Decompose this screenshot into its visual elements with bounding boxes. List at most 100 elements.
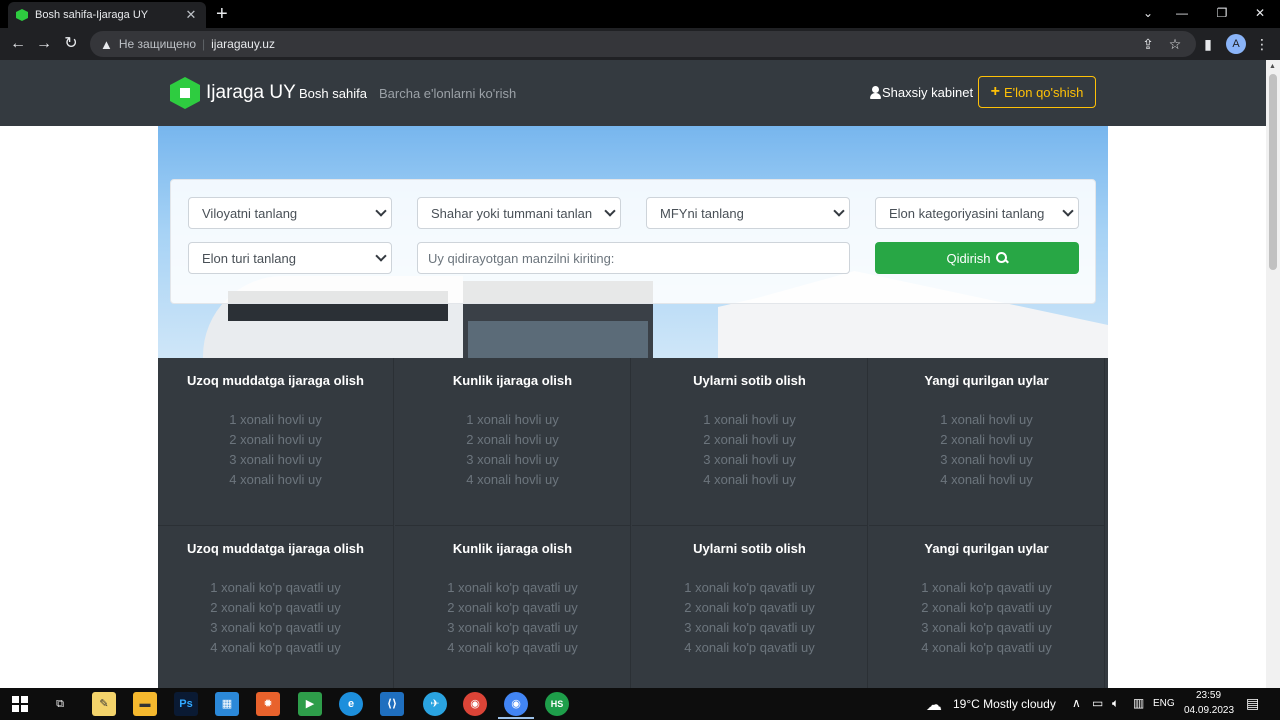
category-link[interactable]: 2 xonali hovli uy [158, 432, 393, 447]
category-title[interactable]: Yangi qurilgan uylar [869, 541, 1104, 556]
category-card: Kunlik ijaraga olish 1 xonali ko'p qavatl… [395, 526, 631, 688]
category-link[interactable]: 4 xonali ko'p qavatli uy [395, 640, 630, 655]
category-title[interactable]: Kunlik ijaraga olish [395, 373, 630, 388]
store-app-icon[interactable]: ▦ [215, 692, 239, 716]
share-icon[interactable]: ⇪ [1136, 32, 1160, 56]
region-select[interactable]: Viloyatni tanlang [188, 197, 392, 229]
category-title[interactable]: Uzoq muddatga ijaraga olish [158, 541, 393, 556]
photoshop-icon[interactable]: Ps [174, 692, 198, 716]
category-link[interactable]: 4 xonali ko'p qavatli uy [869, 640, 1104, 655]
category-link[interactable]: 1 xonali ko'p qavatli uy [158, 580, 393, 595]
category-link[interactable]: 2 xonali hovli uy [395, 432, 630, 447]
tab-close-icon[interactable]: ✕ [184, 7, 198, 23]
category-card: Kunlik ijaraga olish 1 xonali hovli uy 2 x… [395, 358, 631, 526]
city-select[interactable]: Shahar yoki tummani tanlan [417, 197, 621, 229]
category-link[interactable]: 1 xonali hovli uy [395, 412, 630, 427]
chrome-icon[interactable]: ◉ [463, 692, 487, 716]
reload-icon[interactable]: ↻ [59, 32, 83, 56]
category-link[interactable]: 3 xonali hovli uy [395, 452, 630, 467]
category-link[interactable]: 2 xonali ko'p qavatli uy [395, 600, 630, 615]
category-link[interactable]: 4 xonali hovli uy [158, 472, 393, 487]
back-arrow-icon[interactable]: ← [6, 32, 30, 56]
notification-icon[interactable]: ▤ [1246, 695, 1259, 712]
browser-tab[interactable]: Bosh sahifa-Ijaraga UY ✕ [8, 2, 206, 28]
category-title[interactable]: Yangi qurilgan uylar [869, 373, 1104, 388]
hs-app-icon[interactable]: HS [545, 692, 569, 716]
clock-date[interactable]: 04.09.2023 [1184, 705, 1234, 716]
mfy-select[interactable]: MFYni tanlang [646, 197, 850, 229]
category-link[interactable]: 1 xonali ko'p qavatli uy [869, 580, 1104, 595]
windows-start-icon[interactable] [12, 696, 28, 712]
brand[interactable]: Ijaraga UY [170, 77, 296, 109]
nav-link-all-listings[interactable]: Barcha e'lonlarni ko'rish [379, 86, 516, 101]
category-link[interactable]: 3 xonali hovli uy [869, 452, 1104, 467]
category-link[interactable]: 4 xonali hovli uy [869, 472, 1104, 487]
speaker-icon[interactable]: 🔈︎ [1112, 696, 1119, 711]
category-link[interactable]: 1 xonali ko'p qavatli uy [395, 580, 630, 595]
profile-avatar[interactable]: A [1226, 34, 1246, 54]
category-link[interactable]: 2 xonali hovli uy [869, 432, 1104, 447]
category-grid: Uzoq muddatga ijaraga olish 1 xonali hovl… [158, 358, 1108, 688]
clock-time[interactable]: 23:59 [1196, 690, 1221, 701]
maximize-button[interactable]: ❐ [1202, 0, 1242, 28]
telegram-icon[interactable]: ✈ [423, 692, 447, 716]
task-view-icon[interactable]: ⧉ [48, 692, 72, 716]
scrollbar-thumb[interactable] [1269, 74, 1277, 270]
battery-icon[interactable]: ▭ [1092, 696, 1103, 710]
address-search-placeholder: Uy qidirayotgan manzilni kiriting: [428, 250, 615, 266]
side-panel-icon[interactable]: ▮ [1196, 32, 1220, 56]
listing-type-select[interactable]: Elon turi tanlang [188, 242, 392, 274]
chrome-active-icon[interactable]: ◉ [504, 692, 528, 716]
category-link[interactable]: 2 xonali ko'p qavatli uy [158, 600, 393, 615]
site-favicon-icon [16, 9, 28, 21]
category-link[interactable]: 3 xonali ko'p qavatli uy [632, 620, 867, 635]
category-title[interactable]: Uzoq muddatga ijaraga olish [158, 373, 393, 388]
category-link[interactable]: 2 xonali hovli uy [632, 432, 867, 447]
category-title[interactable]: Uylarni sotib olish [632, 541, 867, 556]
category-title[interactable]: Uylarni sotib olish [632, 373, 867, 388]
edge-browser-icon[interactable]: e [339, 692, 363, 716]
category-link[interactable]: 1 xonali ko'p qavatli uy [632, 580, 867, 595]
category-link[interactable]: 3 xonali ko'p qavatli uy [158, 620, 393, 635]
chevron-down-icon [375, 250, 387, 262]
category-link[interactable]: 4 xonali hovli uy [632, 472, 867, 487]
file-explorer-icon[interactable]: ▬ [133, 692, 157, 716]
category-link[interactable]: 3 xonali ko'p qavatli uy [395, 620, 630, 635]
category-link[interactable]: 3 xonali hovli uy [158, 452, 393, 467]
network-icon[interactable]: ▥ [1133, 696, 1144, 710]
bookmark-star-icon[interactable]: ☆ [1163, 32, 1187, 56]
address-search-input[interactable]: Uy qidirayotgan manzilni kiriting: [417, 242, 850, 274]
notepad-app-icon[interactable]: ✎ [92, 692, 116, 716]
category-link[interactable]: 3 xonali hovli uy [632, 452, 867, 467]
category-link[interactable]: 1 xonali hovli uy [158, 412, 393, 427]
add-listing-button[interactable]: + E'lon qo'shish [978, 76, 1096, 108]
weather-status[interactable]: 19°C Mostly cloudy [953, 697, 1056, 711]
category-link[interactable]: 3 xonali ko'p qavatli uy [869, 620, 1104, 635]
category-link[interactable]: 2 xonali ko'p qavatli uy [869, 600, 1104, 615]
category-select[interactable]: Elon kategoriyasini tanlang [875, 197, 1079, 229]
page-scrollbar[interactable]: ▲ [1266, 60, 1280, 688]
category-card: Uylarni sotib olish 1 xonali ko'p qavatli… [632, 526, 868, 688]
minimize-button[interactable]: — [1162, 0, 1202, 28]
category-title[interactable]: Kunlik ijaraga olish [395, 541, 630, 556]
category-link[interactable]: 1 xonali hovli uy [869, 412, 1104, 427]
search-button[interactable]: Qidirish [875, 242, 1079, 274]
window-close-button[interactable]: ✕ [1240, 0, 1280, 28]
scroll-up-arrow-icon[interactable]: ▲ [1269, 63, 1276, 70]
browser-menu-icon[interactable]: ⋮ [1250, 32, 1274, 56]
new-tab-button[interactable]: + [216, 3, 228, 25]
category-link[interactable]: 4 xonali ko'p qavatli uy [632, 640, 867, 655]
category-link[interactable]: 4 xonali hovli uy [395, 472, 630, 487]
vscode-icon[interactable]: ⟨⟩ [380, 692, 404, 716]
tray-chevron-up-icon[interactable]: ∧ [1072, 696, 1081, 710]
category-link[interactable]: 1 xonali hovli uy [632, 412, 867, 427]
browser-toolbar: ← → ↻ ▲ Не защищено | ijaragauy.uz ⇪ ☆ ▮… [0, 28, 1280, 60]
language-indicator[interactable]: ENG [1153, 698, 1175, 709]
personal-cabinet-link[interactable]: Shaxsiy kabinet [870, 85, 973, 100]
category-link[interactable]: 2 xonali ko'p qavatli uy [632, 600, 867, 615]
nav-link-home[interactable]: Bosh sahifa [299, 86, 367, 101]
media-app-icon[interactable]: ▶ [298, 692, 322, 716]
category-link[interactable]: 4 xonali ko'p qavatli uy [158, 640, 393, 655]
settings-app-icon[interactable]: ✹ [256, 692, 280, 716]
forward-arrow-icon[interactable]: → [32, 32, 56, 56]
